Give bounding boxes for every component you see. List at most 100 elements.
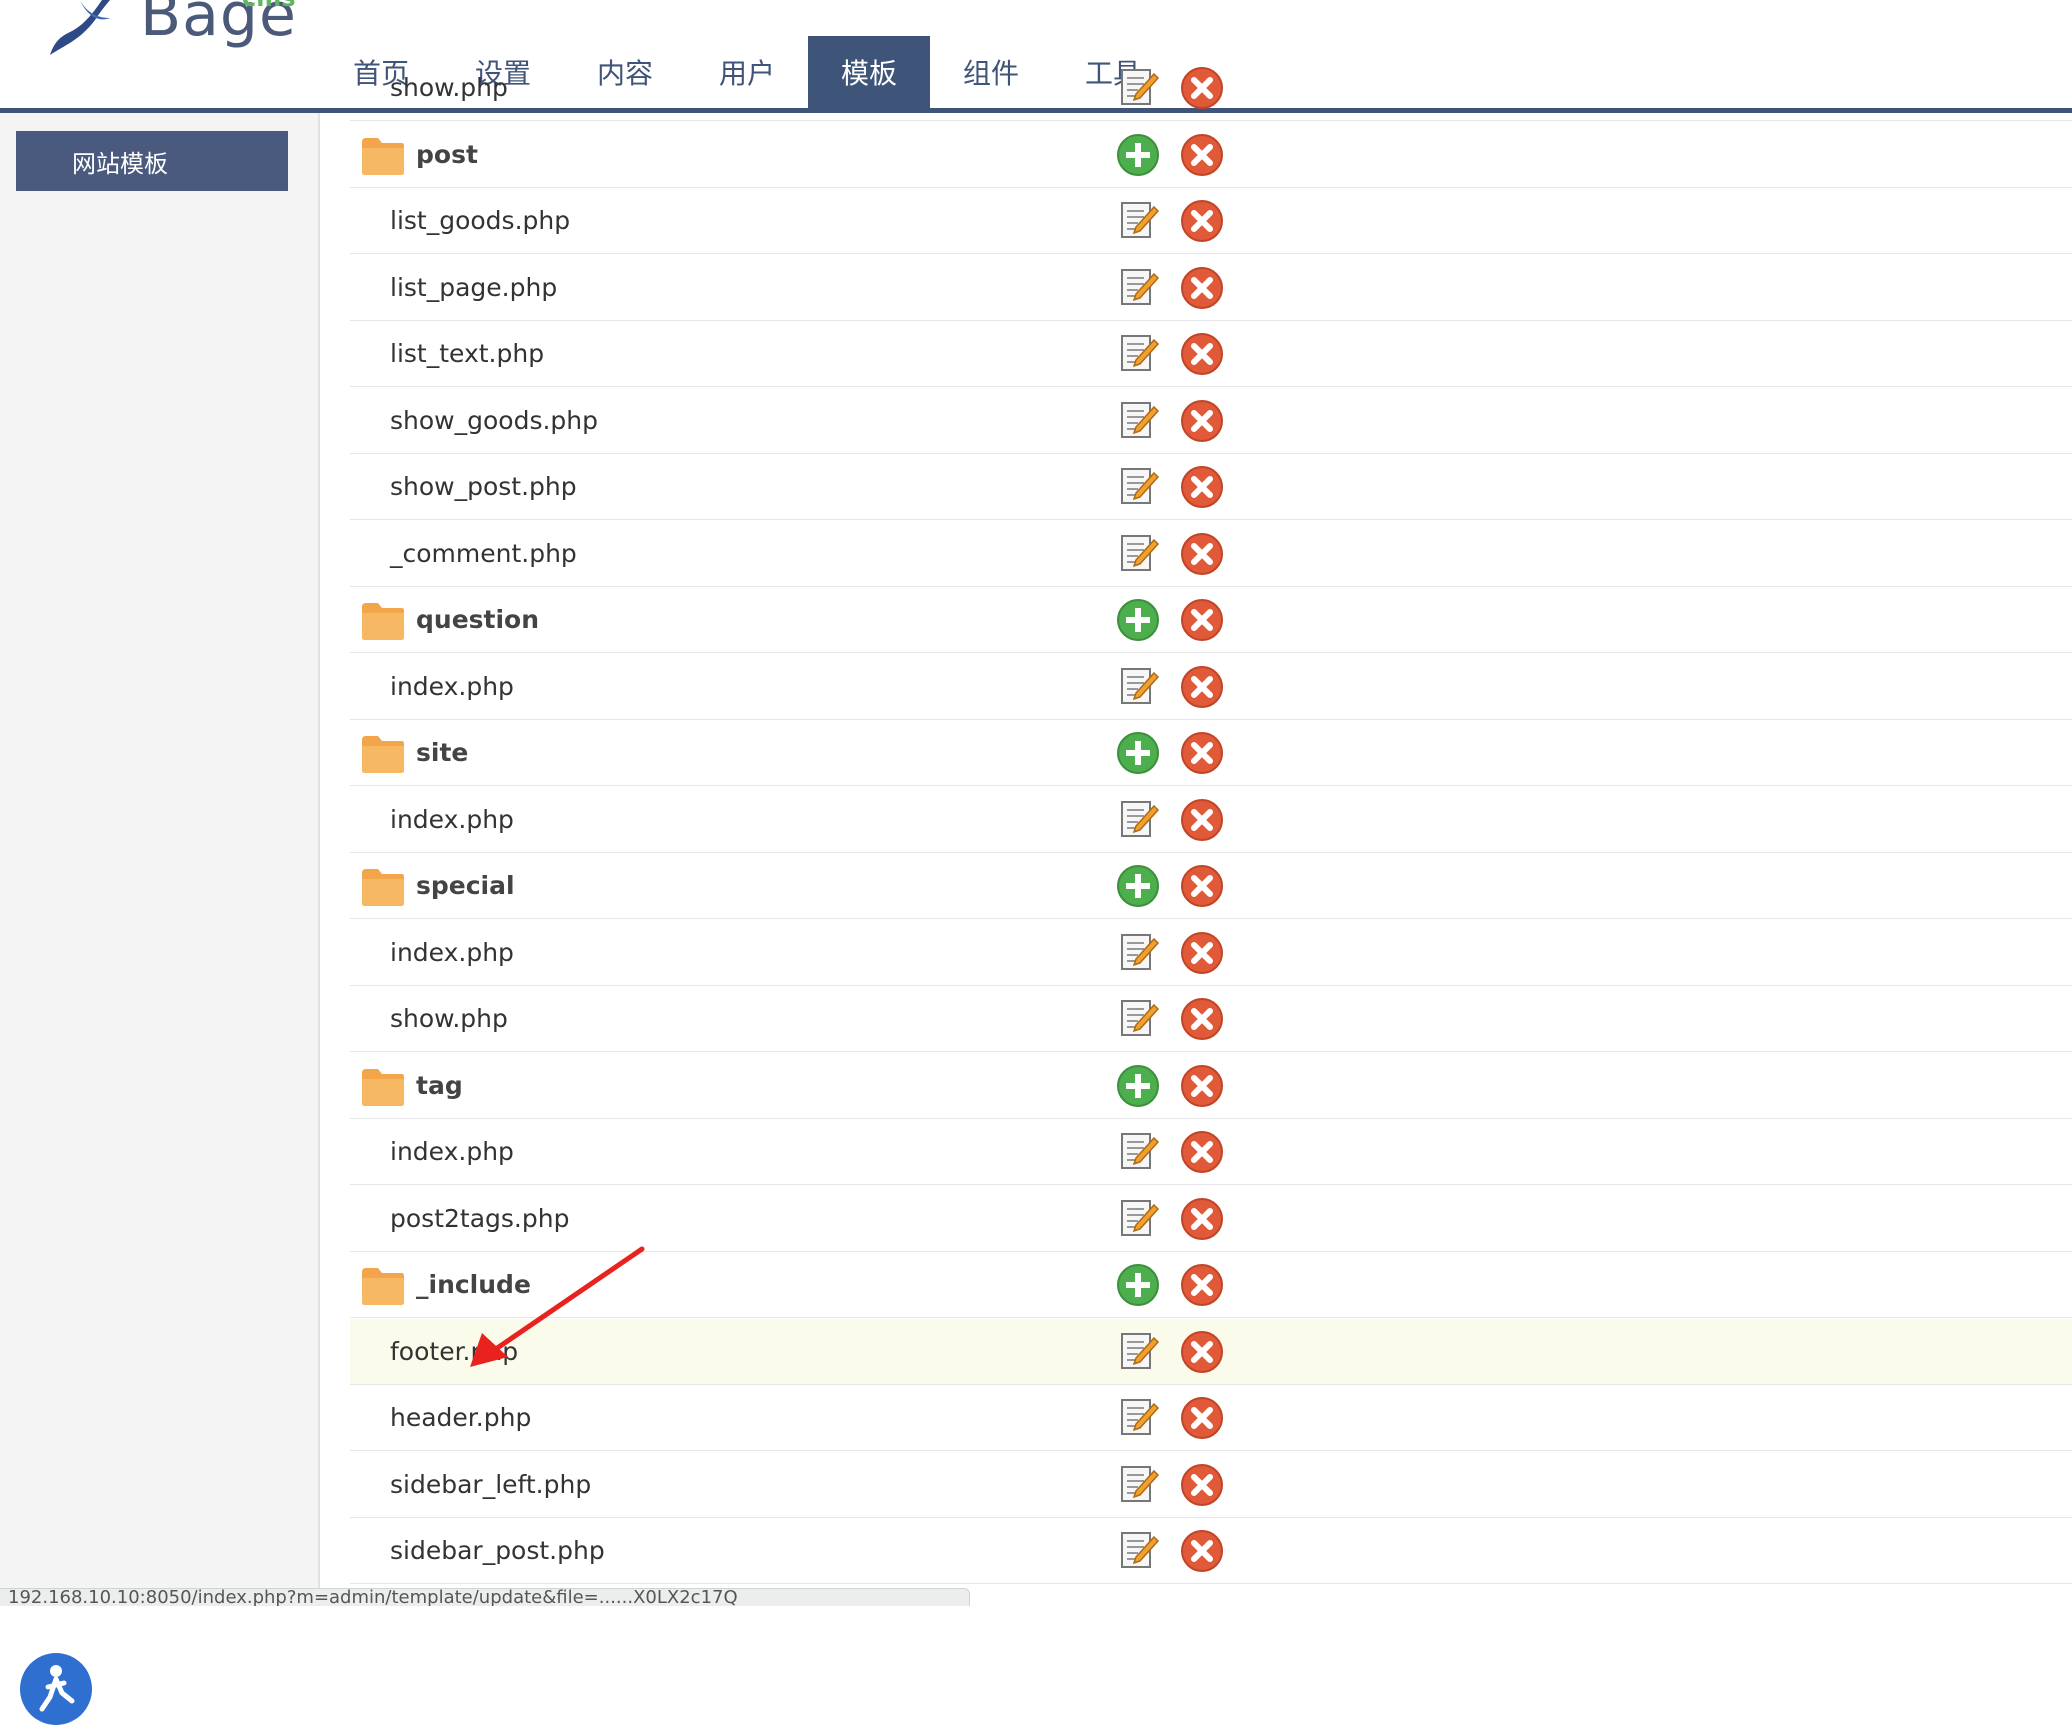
delete-circle-icon[interactable]	[1180, 1330, 1224, 1374]
folder-icon	[360, 1067, 406, 1107]
edit-file-icon[interactable]	[1116, 1463, 1160, 1507]
edit-file-icon[interactable]	[1116, 931, 1160, 975]
edit-file-icon[interactable]	[1116, 199, 1160, 243]
file-row: show_post.php	[350, 454, 2072, 520]
folder-row: question	[350, 587, 2072, 653]
delete-circle-icon[interactable]	[1180, 665, 1224, 709]
edit-file-icon[interactable]	[1116, 798, 1160, 842]
delete-circle-icon[interactable]	[1180, 266, 1224, 310]
accessibility-float-button[interactable]	[20, 1653, 92, 1725]
sidebar-item-site-templates[interactable]: 网站模板	[16, 131, 288, 191]
delete-circle-icon[interactable]	[1180, 66, 1224, 110]
logo-subtext: cms	[242, 0, 296, 12]
file-row: index.php	[350, 787, 2072, 853]
delete-circle-icon[interactable]	[1180, 731, 1224, 775]
edit-file-icon[interactable]	[1116, 532, 1160, 576]
file-name: _comment.php	[390, 539, 577, 568]
file-name: list_goods.php	[390, 206, 571, 235]
file-name: show_goods.php	[390, 406, 598, 435]
edit-file-icon[interactable]	[1116, 665, 1160, 709]
file-row: show.php	[350, 55, 2072, 121]
folder-name: _include	[416, 1270, 531, 1299]
delete-circle-icon[interactable]	[1180, 1396, 1224, 1440]
delete-circle-icon[interactable]	[1180, 1130, 1224, 1174]
bird-logo-icon	[50, 0, 110, 55]
file-name: sidebar_left.php	[390, 1470, 592, 1499]
delete-circle-icon[interactable]	[1180, 1463, 1224, 1507]
file-name: footer.php	[390, 1337, 519, 1366]
delete-circle-icon[interactable]	[1180, 532, 1224, 576]
edit-file-icon[interactable]	[1116, 66, 1160, 110]
file-row: index.php	[350, 920, 2072, 986]
add-circle-icon[interactable]	[1116, 133, 1160, 177]
file-row: list_text.php	[350, 321, 2072, 387]
folder-icon	[360, 136, 406, 176]
delete-circle-icon[interactable]	[1180, 931, 1224, 975]
edit-file-icon[interactable]	[1116, 1130, 1160, 1174]
delete-circle-icon[interactable]	[1180, 133, 1224, 177]
file-name: show.php	[390, 1004, 508, 1033]
folder-name: tag	[416, 1071, 463, 1100]
folder-row: site	[350, 720, 2072, 786]
file-name: header.php	[390, 1403, 532, 1432]
file-row: index.php	[350, 654, 2072, 720]
edit-file-icon[interactable]	[1116, 399, 1160, 443]
delete-circle-icon[interactable]	[1180, 1529, 1224, 1573]
folder-icon	[360, 1266, 406, 1306]
folder-name: special	[416, 871, 515, 900]
folder-row: post	[350, 122, 2072, 188]
add-circle-icon[interactable]	[1116, 864, 1160, 908]
folder-icon	[360, 867, 406, 907]
file-name: list_page.php	[390, 273, 558, 302]
add-circle-icon[interactable]	[1116, 1064, 1160, 1108]
edit-file-icon[interactable]	[1116, 465, 1160, 509]
delete-circle-icon[interactable]	[1180, 399, 1224, 443]
file-row: sidebar_post.php	[350, 1518, 2072, 1584]
delete-circle-icon[interactable]	[1180, 465, 1224, 509]
file-row: footer.php	[350, 1319, 2072, 1385]
file-row: show.php	[350, 986, 2072, 1052]
file-name: show_post.php	[390, 472, 577, 501]
edit-file-icon[interactable]	[1116, 1396, 1160, 1440]
edit-file-icon[interactable]	[1116, 997, 1160, 1041]
delete-circle-icon[interactable]	[1180, 798, 1224, 842]
file-name: index.php	[390, 1137, 514, 1166]
delete-circle-icon[interactable]	[1180, 1197, 1224, 1241]
file-row: show_goods.php	[350, 388, 2072, 454]
bage-cms-logo[interactable]: Bage cms	[40, 0, 296, 60]
add-circle-icon[interactable]	[1116, 731, 1160, 775]
edit-file-icon[interactable]	[1116, 332, 1160, 376]
file-row: header.php	[350, 1385, 2072, 1451]
delete-circle-icon[interactable]	[1180, 598, 1224, 642]
browser-status-bar: 192.168.10.10:8050/index.php?m=admin/tem…	[0, 1588, 970, 1606]
file-row: list_page.php	[350, 255, 2072, 321]
file-row: index.php	[350, 1119, 2072, 1185]
add-circle-icon[interactable]	[1116, 598, 1160, 642]
file-name: index.php	[390, 805, 514, 834]
file-name: show.php	[390, 73, 508, 102]
delete-circle-icon[interactable]	[1180, 1263, 1224, 1307]
accessibility-icon	[39, 1665, 75, 1712]
folder-icon	[360, 601, 406, 641]
delete-circle-icon[interactable]	[1180, 1064, 1224, 1108]
edit-file-icon[interactable]	[1116, 1330, 1160, 1374]
file-row: list_goods.php	[350, 188, 2072, 254]
delete-circle-icon[interactable]	[1180, 199, 1224, 243]
folder-row: _include	[350, 1252, 2072, 1318]
file-name: sidebar_post.php	[390, 1536, 605, 1565]
edit-file-icon[interactable]	[1116, 1197, 1160, 1241]
file-row: sidebar_left.php	[350, 1452, 2072, 1518]
delete-circle-icon[interactable]	[1180, 332, 1224, 376]
delete-circle-icon[interactable]	[1180, 864, 1224, 908]
file-row: post2tags.php	[350, 1186, 2072, 1252]
folder-row: tag	[350, 1053, 2072, 1119]
folder-row: special	[350, 853, 2072, 919]
add-circle-icon[interactable]	[1116, 1263, 1160, 1307]
edit-file-icon[interactable]	[1116, 266, 1160, 310]
folder-icon	[360, 734, 406, 774]
folder-name: post	[416, 140, 478, 169]
file-name: index.php	[390, 672, 514, 701]
edit-file-icon[interactable]	[1116, 1529, 1160, 1573]
delete-circle-icon[interactable]	[1180, 997, 1224, 1041]
folder-name: question	[416, 605, 540, 634]
